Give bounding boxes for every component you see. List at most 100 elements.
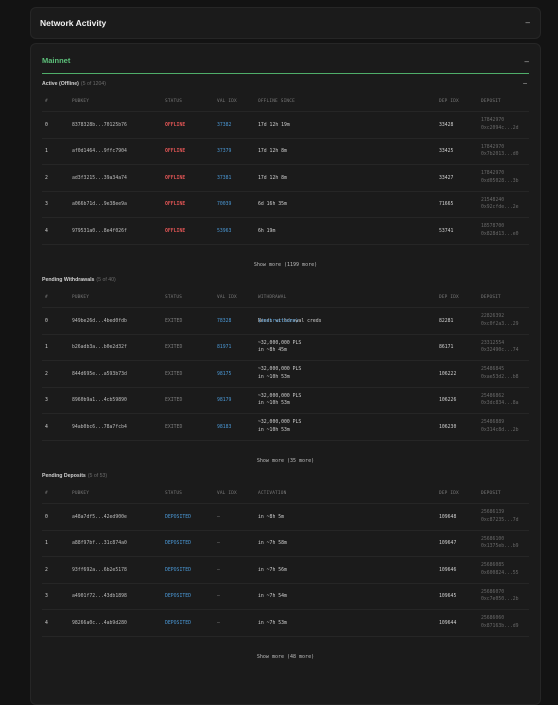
deposit-tx-hash[interactable]: 0x7b2013...d0 — [481, 152, 519, 157]
mainnet-collapse-icon[interactable]: – — [525, 57, 529, 66]
table-row[interactable]: 1 a88f97bf...31c874a0 DEPOSITED – in ~7h 58m… — [42, 531, 529, 557]
status-badge: DEPOSITED — [165, 567, 191, 573]
status-badge: DEPOSITED — [165, 620, 191, 626]
deposit-block[interactable]: 17842970 — [481, 118, 504, 123]
pubkey-cell[interactable]: af0d1464...9ffc7904 — [72, 149, 127, 154]
deposit-tx-hash[interactable]: 0xc7e050...2b — [481, 597, 519, 602]
deposit-tx-hash[interactable]: 0xc0f2a3...29 — [481, 322, 519, 327]
row-index: 1 — [45, 345, 48, 350]
deposits-show-more-row: Show more (48 more) — [42, 637, 529, 660]
table-row[interactable]: 3 a066b71d...9e38ee9a OFFLINE 70039 6d 16h 3… — [42, 192, 529, 218]
pubkey-cell[interactable]: b26adb3a...b0e2d32f — [72, 345, 127, 350]
validator-index-link[interactable]: 37382 — [217, 123, 231, 128]
deposit-block[interactable]: 17842970 — [481, 171, 504, 176]
deposit-tx-hash[interactable]: 0xd05028...3b — [481, 179, 519, 184]
table-row[interactable]: 4 98266a0c...4ab9d280 DEPOSITED – in ~7h 53m… — [42, 610, 529, 637]
activation-eta: in ~7h 54m — [258, 594, 287, 599]
table-row[interactable]: 1 af0d1464...9ffc7904 OFFLINE 37379 17d 12h … — [42, 139, 529, 165]
table-row[interactable]: 2 844d695e...a593b73d EXITED 98175 ~32,000,0… — [42, 361, 529, 388]
pubkey-cell[interactable]: 8378328b...70125b76 — [72, 123, 127, 128]
table-row[interactable]: 0 a48a7df5...42ed900e DEPOSITED – in ~8h 5m 1… — [42, 504, 529, 531]
mainnet-title: Mainnet — [42, 56, 71, 65]
deposit-tx-hash[interactable]: 0xc2094c...2d — [481, 126, 519, 131]
deposit-tx-hash[interactable]: 0x314c8d...2b — [481, 428, 519, 433]
offline-since: 17d 12h 8m — [258, 175, 287, 181]
show-more-button[interactable]: Show more (1199 more) — [254, 262, 317, 268]
deposit-tx-hash[interactable]: 0xae53d2...b8 — [481, 375, 519, 380]
instructions-link[interactable]: (instructions) — [258, 319, 298, 324]
pubkey-cell[interactable]: 979531a0...8e4f026f — [72, 229, 127, 234]
table-row[interactable]: 4 979531a0...8e4f026f OFFLINE 53963 6h 19m 53… — [42, 218, 529, 245]
withdrawals-count: (5 of 40) — [96, 277, 116, 283]
active-col-header: # — [45, 99, 48, 104]
pubkey-cell[interactable]: 98266a0c...4ab9d280 — [72, 621, 127, 626]
deposit-block[interactable]: 21548240 — [481, 198, 504, 203]
validator-index-link[interactable]: 37379 — [217, 149, 231, 154]
pubkey-cell[interactable]: a066b71d...9e38ee9a — [72, 202, 127, 207]
status-badge: OFFLINE — [165, 202, 186, 207]
table-row[interactable]: 1 b26adb3a...b0e2d32f EXITED 81971 ~32,000,0… — [42, 335, 529, 361]
validator-index-link[interactable]: 53963 — [217, 229, 231, 234]
validator-index-link[interactable]: 37381 — [217, 176, 231, 181]
withdrawals-col-header: PUBKEY — [72, 295, 90, 300]
validator-index-link[interactable]: 98183 — [217, 425, 231, 430]
network-activity-header[interactable]: Network Activity – — [30, 7, 541, 39]
row-index: 3 — [45, 398, 48, 403]
deposit-block[interactable]: 25686139 — [481, 510, 504, 515]
deposit-block[interactable]: 22826392 — [481, 314, 504, 319]
validator-index-link[interactable]: 70039 — [217, 202, 231, 207]
validator-index-link[interactable]: 81971 — [217, 345, 231, 350]
table-row[interactable]: 2 ad3f3215...39a34a74 OFFLINE 37381 17d 12h … — [42, 165, 529, 192]
deposits-col-header: DEPOSIT — [481, 491, 501, 496]
show-more-button[interactable]: Show more (35 more) — [257, 458, 314, 464]
deposit-tx-hash[interactable]: 0x600824...55 — [481, 571, 519, 576]
deposit-block[interactable]: 23312554 — [481, 341, 504, 346]
deposit-block[interactable]: 25686100 — [481, 537, 504, 542]
deposit-tx-hash[interactable]: 0xc87235...7d — [481, 518, 519, 523]
deposit-tx-hash[interactable]: 0x828d13...e0 — [481, 232, 519, 237]
deposit-block[interactable]: 25486862 — [481, 394, 504, 399]
deposit-block[interactable]: 25486845 — [481, 367, 504, 372]
table-row[interactable]: 4 94ab0bc6...78a7fcb4 EXITED 98183 ~32,000,0… — [42, 414, 529, 441]
validator-index-link[interactable]: 98179 — [217, 398, 231, 403]
show-more-button[interactable]: Show more (48 more) — [257, 654, 314, 660]
deposit-block[interactable]: 18578700 — [481, 224, 504, 229]
deposit-block[interactable]: 25686070 — [481, 590, 504, 595]
table-row[interactable]: 0 8378328b...70125b76 OFFLINE 37382 17d 12h … — [42, 112, 529, 139]
deposit-tx-hash[interactable]: 0x87163b...d9 — [481, 624, 519, 629]
deposit-block[interactable]: 25686085 — [481, 563, 504, 568]
pubkey-cell[interactable]: ad3f3215...39a34a74 — [72, 176, 127, 181]
status-badge: EXITED — [165, 345, 183, 350]
pubkey-cell[interactable]: 93ff692a...6b2e5178 — [72, 568, 127, 573]
deposit-tx-hash[interactable]: 0x3dc834...8a — [481, 401, 519, 406]
pubkey-cell[interactable]: 94ab0bc6...78a7fcb4 — [72, 425, 127, 430]
pubkey-cell[interactable]: 8960b9a1...4cb59890 — [72, 398, 127, 403]
withdrawal-eta: in ~10h 53m — [258, 374, 290, 380]
validator-index-link[interactable]: 78328 — [217, 319, 231, 324]
deposit-index: 33427 — [439, 175, 454, 181]
deposits-col-header: # — [45, 491, 48, 496]
deposit-block[interactable]: 25686060 — [481, 616, 504, 621]
pubkey-cell[interactable]: 949be26d...4bed0fdb — [72, 319, 127, 324]
active-collapse-icon[interactable]: – — [523, 80, 527, 87]
pubkey-cell[interactable]: a88f97bf...31c874a0 — [72, 541, 127, 546]
deposit-tx-hash[interactable]: 0x92cfde...2e — [481, 205, 519, 210]
table-row[interactable]: 2 93ff692a...6b2e5178 DEPOSITED – in ~7h 56m… — [42, 557, 529, 584]
network-collapse-icon[interactable]: – — [526, 18, 530, 27]
deposit-tx-hash[interactable]: 0x32490c...74 — [481, 348, 519, 353]
table-row[interactable]: 3 8960b9a1...4cb59890 EXITED 98179 ~32,000,0… — [42, 388, 529, 414]
validator-index-link[interactable]: 98175 — [217, 372, 231, 377]
pubkey-cell[interactable]: a48a7df5...42ed900e — [72, 515, 127, 520]
pubkey-cell[interactable]: 844d695e...a593b73d — [72, 372, 127, 377]
deposit-block[interactable]: 25486889 — [481, 420, 504, 425]
table-row[interactable]: 3 a4901f72...43db1898 DEPOSITED – in ~7h 54m… — [42, 584, 529, 610]
row-index: 1 — [45, 149, 48, 154]
deposit-tx-hash[interactable]: 0x1375eb...b9 — [481, 544, 519, 549]
mainnet-header[interactable]: Mainnet – — [42, 54, 529, 74]
pubkey-cell[interactable]: a4901f72...43db1898 — [72, 594, 127, 599]
deposit-index: 106226 — [439, 398, 457, 403]
status-badge: OFFLINE — [165, 122, 186, 128]
table-row[interactable]: 0 949be26d...4bed0fdb EXITED 78328 Needs wit… — [42, 308, 529, 335]
validator-index-link: – — [217, 541, 220, 546]
deposit-block[interactable]: 17842970 — [481, 145, 504, 150]
